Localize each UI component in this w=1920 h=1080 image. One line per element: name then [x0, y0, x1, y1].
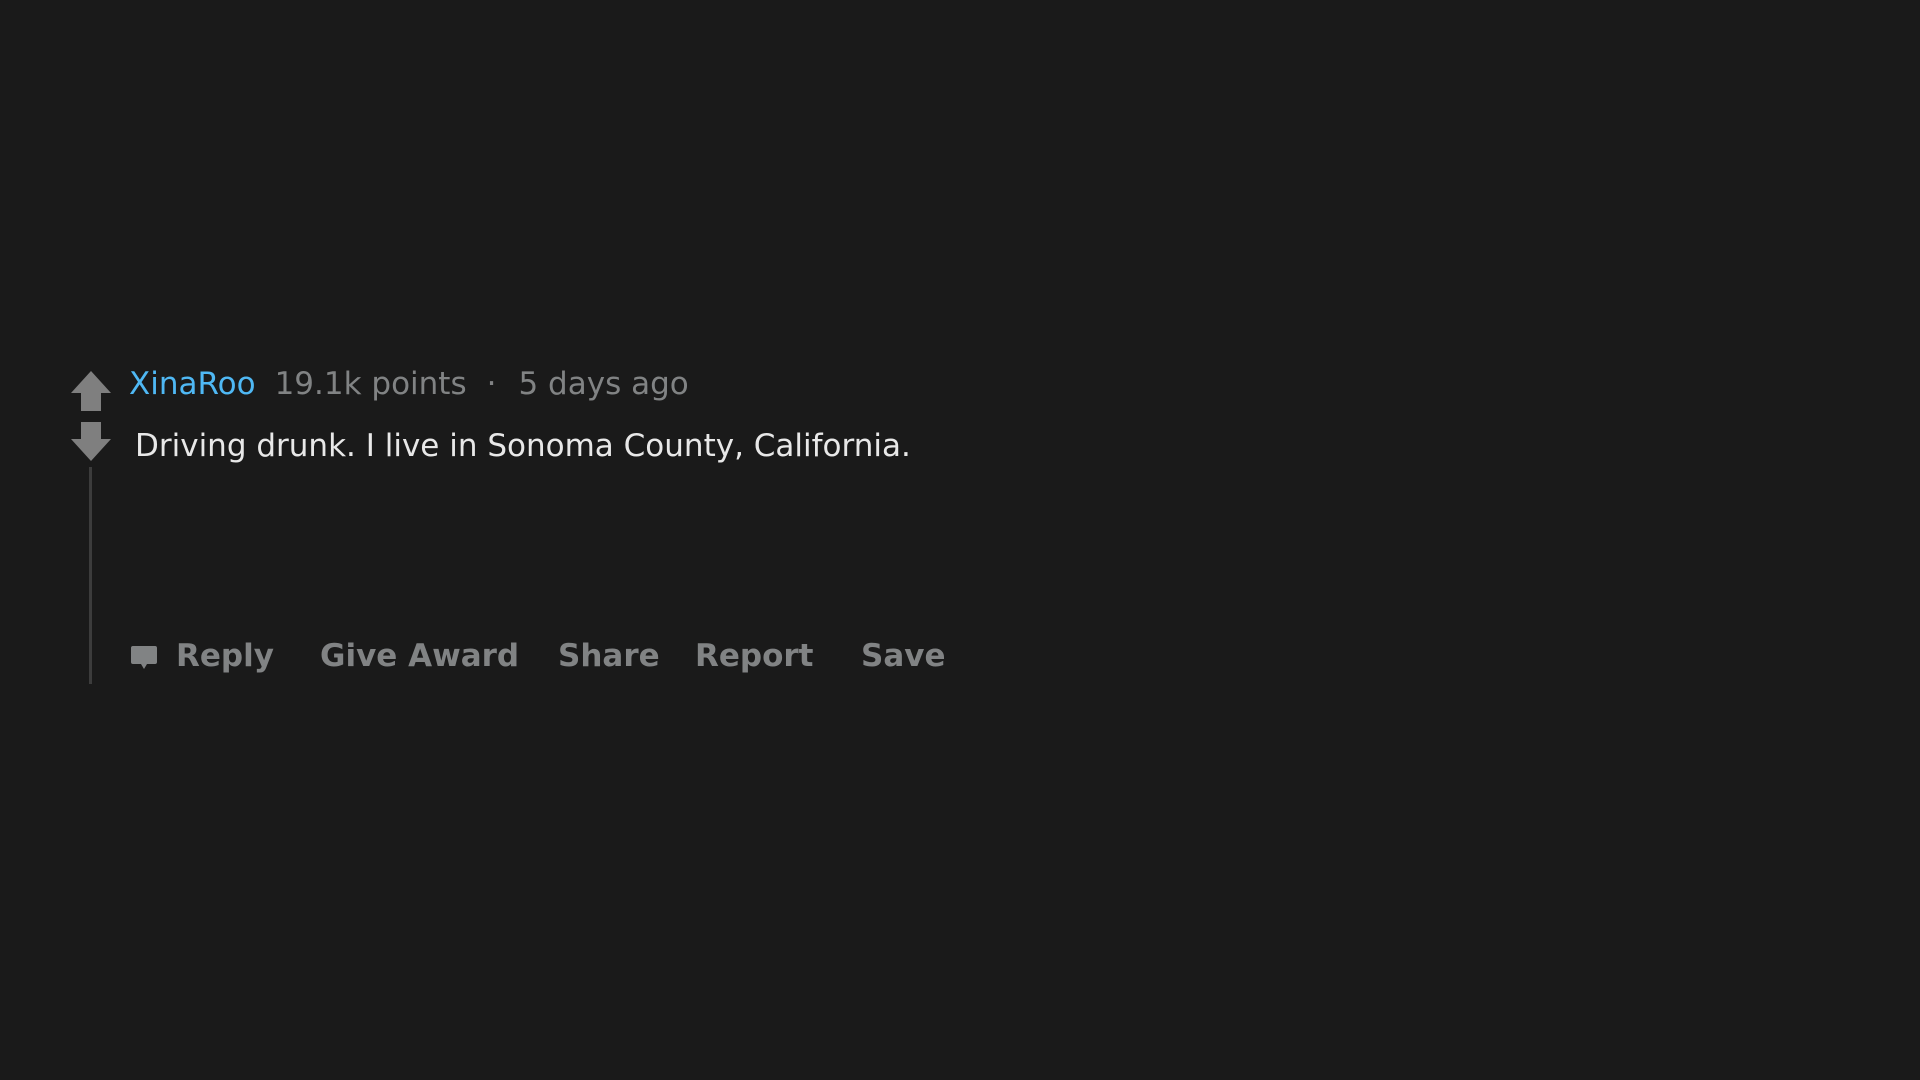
meta-separator: ·	[486, 366, 497, 402]
comment-meta: XinaRoo 19.1k points · 5 days ago	[129, 361, 689, 407]
timestamp-link[interactable]: 5 days ago	[518, 366, 688, 402]
upvote-arrow-icon[interactable]	[69, 368, 113, 412]
score-label: 19.1k points	[274, 366, 467, 402]
report-button[interactable]: Report	[695, 636, 814, 676]
reply-button[interactable]: Reply	[176, 636, 274, 676]
downvote-arrow-icon[interactable]	[69, 418, 113, 462]
author-link[interactable]: XinaRoo	[129, 366, 256, 402]
comment-body: Driving drunk. I live in Sonoma County, …	[135, 428, 911, 464]
give-award-button[interactable]: Give Award	[320, 636, 519, 676]
comment: XinaRoo 19.1k points · 5 days ago Driving d…	[0, 0, 1920, 1080]
comment-bubble-icon[interactable]	[130, 644, 158, 672]
thread-collapse-line[interactable]	[89, 467, 92, 684]
save-button[interactable]: Save	[861, 636, 945, 676]
share-button[interactable]: Share	[558, 636, 660, 676]
